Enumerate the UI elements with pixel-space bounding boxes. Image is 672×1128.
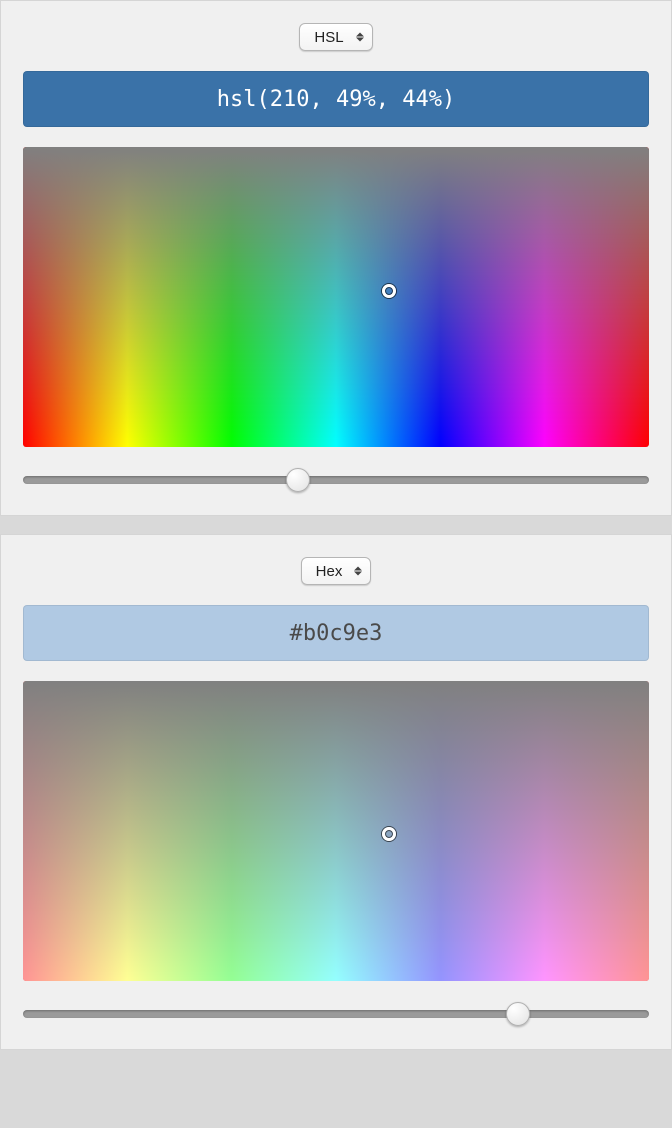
slider-track — [23, 1010, 649, 1018]
slider-thumb[interactable] — [286, 468, 310, 492]
saturation-overlay — [23, 147, 649, 447]
lightness-slider[interactable] — [23, 467, 649, 493]
color-value-text: hsl(210, 49%, 44%) — [217, 87, 455, 112]
saturation-overlay — [23, 681, 649, 981]
updown-icon — [356, 33, 364, 42]
color-value-text: #b0c9e3 — [290, 621, 383, 646]
color-picker-panel-hex: Hex #b0c9e3 — [0, 534, 672, 1050]
slider-track — [23, 476, 649, 484]
format-select-label: HSL — [314, 29, 343, 46]
lightness-slider[interactable] — [23, 1001, 649, 1027]
color-field[interactable] — [23, 147, 649, 447]
color-field[interactable] — [23, 681, 649, 981]
color-picker-panel-hsl: HSL hsl(210, 49%, 44%) — [0, 0, 672, 516]
slider-thumb[interactable] — [506, 1002, 530, 1026]
format-select[interactable]: HSL — [299, 23, 372, 51]
color-value-display: hsl(210, 49%, 44%) — [23, 71, 649, 127]
format-select[interactable]: Hex — [301, 557, 372, 585]
format-select-row: Hex — [23, 557, 649, 585]
format-select-row: HSL — [23, 23, 649, 51]
updown-icon — [354, 567, 362, 576]
color-value-display: #b0c9e3 — [23, 605, 649, 661]
format-select-label: Hex — [316, 563, 343, 580]
